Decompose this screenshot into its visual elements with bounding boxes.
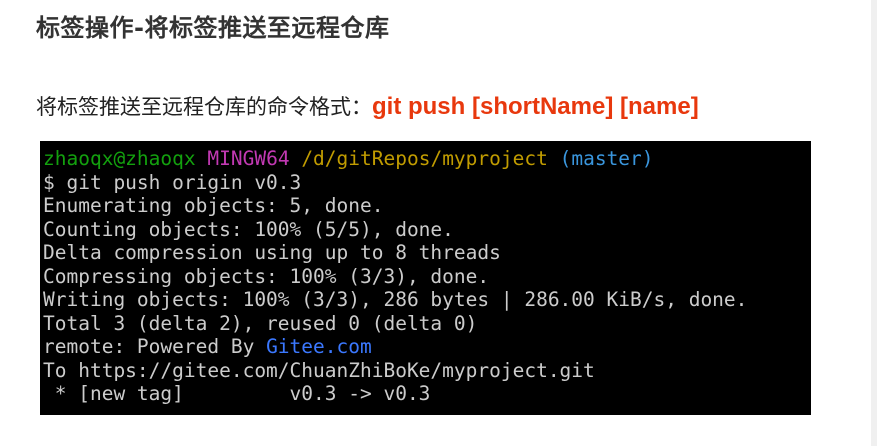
terminal-remote-line: remote: Powered By Gitee.com <box>43 335 747 359</box>
terminal-line: Counting objects: 100% (5/5), done. <box>43 217 454 241</box>
terminal-output: zhaoqx@zhaoqx MINGW64 /d/gitRepos/myproj… <box>43 147 747 406</box>
terminal-prompt-line: zhaoqx@zhaoqx MINGW64 /d/gitRepos/myproj… <box>43 147 747 171</box>
terminal-line: Enumerating objects: 5, done. <box>43 194 384 217</box>
terminal-line: * [new tag] v0.3 -> v0.3 <box>43 382 431 405</box>
terminal-line: Writing objects: 100% (3/3), 286 bytes |… <box>43 288 748 311</box>
terminal-line: To https://gitee.com/ChuanZhiBoKe/myproj… <box>43 358 595 382</box>
terminal-line: Compressing objects: 100% (3/3), done. <box>43 264 490 288</box>
prompt-path: /d/gitRepos/myproject <box>301 147 548 170</box>
command-format-intro: 将标签推送至远程仓库的命令格式：git push [shortName] [na… <box>36 91 699 121</box>
terminal-line: $ git push origin v0.3 <box>43 170 302 194</box>
intro-text: 将标签推送至远程仓库的命令格式： <box>36 95 372 119</box>
prompt-user-host: zhaoqx@zhaoqx <box>43 147 196 170</box>
terminal-window[interactable]: zhaoqx@zhaoqx MINGW64 /d/gitRepos/myproj… <box>40 141 811 415</box>
gitee-link[interactable]: Gitee.com <box>266 335 372 358</box>
command-syntax: git push [shortName] [name] <box>372 93 699 120</box>
prompt-branch: (master) <box>559 147 654 170</box>
terminal-line: Total 3 (delta 2), reused 0 (delta 0) <box>43 311 478 335</box>
page-title: 标签操作-将标签推送至远程仓库 <box>36 14 390 42</box>
remote-prefix: remote: Powered By <box>43 335 267 358</box>
right-scroll-edge <box>871 0 877 446</box>
terminal-line: Delta compression using up to 8 threads <box>43 241 501 264</box>
prompt-env: MINGW64 <box>207 147 290 170</box>
